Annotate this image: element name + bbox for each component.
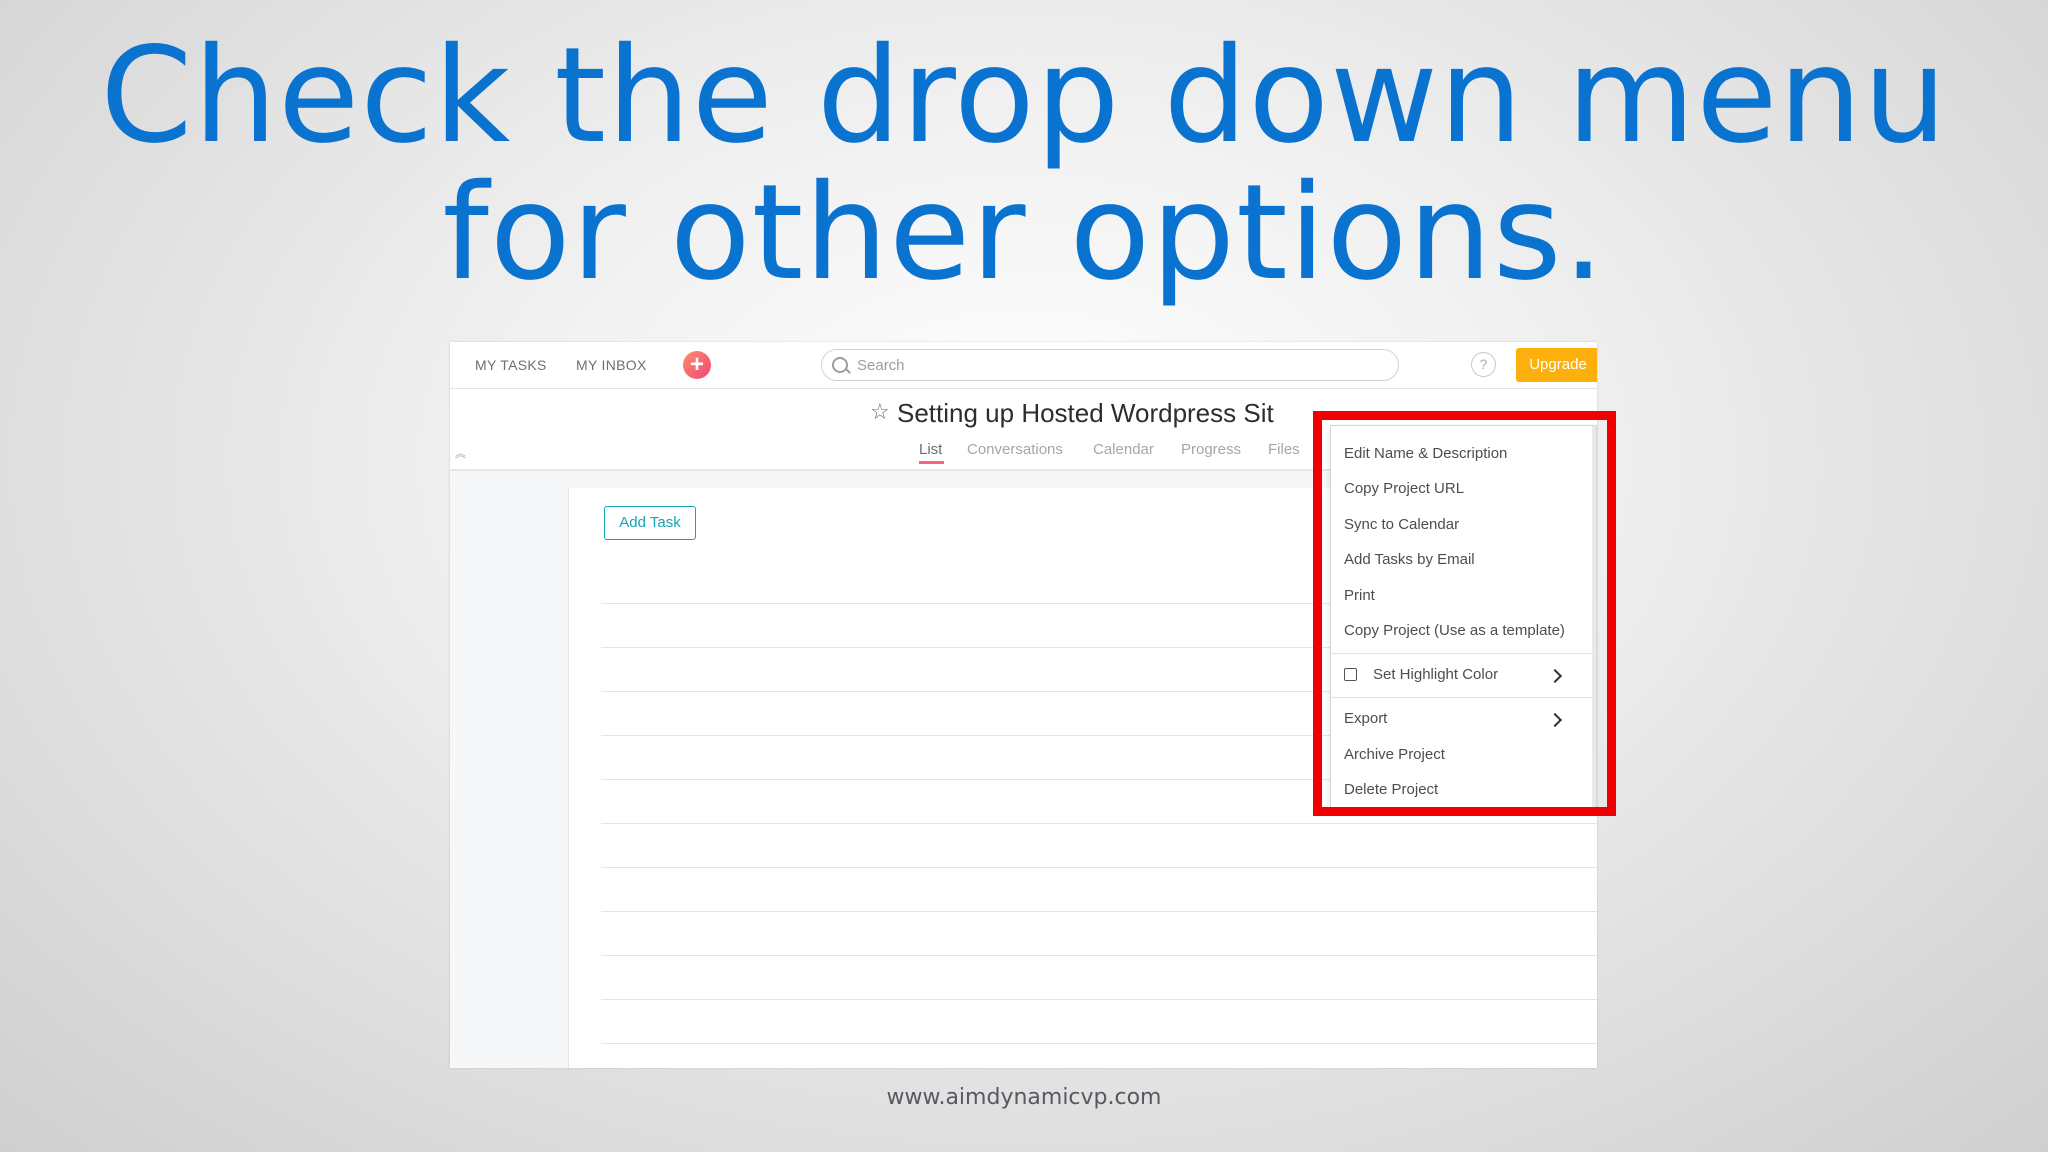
task-row[interactable] <box>601 823 1597 824</box>
red-highlight-box <box>1313 411 1616 816</box>
quick-add-button[interactable]: + <box>683 351 711 379</box>
search-input[interactable]: Search <box>821 349 1399 381</box>
footer-url: www.aimdynamicvp.com <box>886 1085 1162 1110</box>
slide-title-line-1: Check the drop down menu <box>100 19 1948 173</box>
help-button[interactable]: ? <box>1471 352 1496 377</box>
tab-progress[interactable]: Progress <box>1181 441 1241 458</box>
slide-title: Check the drop down menu for other optio… <box>0 28 2048 302</box>
tab-files[interactable]: Files <box>1268 441 1300 458</box>
top-bar: MY TASKS MY INBOX + Search ? Upgrade <box>450 342 1597 389</box>
tab-list[interactable]: List <box>919 441 942 458</box>
tab-conversations[interactable]: Conversations <box>967 441 1063 458</box>
my-tasks-link[interactable]: MY TASKS <box>475 357 547 373</box>
search-icon <box>832 357 848 373</box>
question-icon: ? <box>1479 356 1488 372</box>
add-task-button[interactable]: Add Task <box>604 506 696 540</box>
tab-calendar[interactable]: Calendar <box>1093 441 1154 458</box>
task-row[interactable] <box>601 955 1597 956</box>
task-row[interactable] <box>601 1043 1597 1044</box>
collapse-chevron-icon[interactable]: ︽ <box>455 445 466 461</box>
active-tab-indicator <box>919 461 944 464</box>
search-placeholder: Search <box>857 357 905 374</box>
upgrade-button[interactable]: Upgrade <box>1516 348 1597 382</box>
star-icon[interactable]: ☆ <box>870 399 890 425</box>
my-inbox-link[interactable]: MY INBOX <box>576 357 647 373</box>
task-row[interactable] <box>601 999 1597 1000</box>
plus-icon: + <box>689 351 704 378</box>
project-title[interactable]: Setting up Hosted Wordpress Sit <box>897 398 1274 429</box>
task-row[interactable] <box>601 867 1597 868</box>
slide-title-line-2: for other options. <box>442 156 1606 310</box>
task-row[interactable] <box>601 911 1597 912</box>
